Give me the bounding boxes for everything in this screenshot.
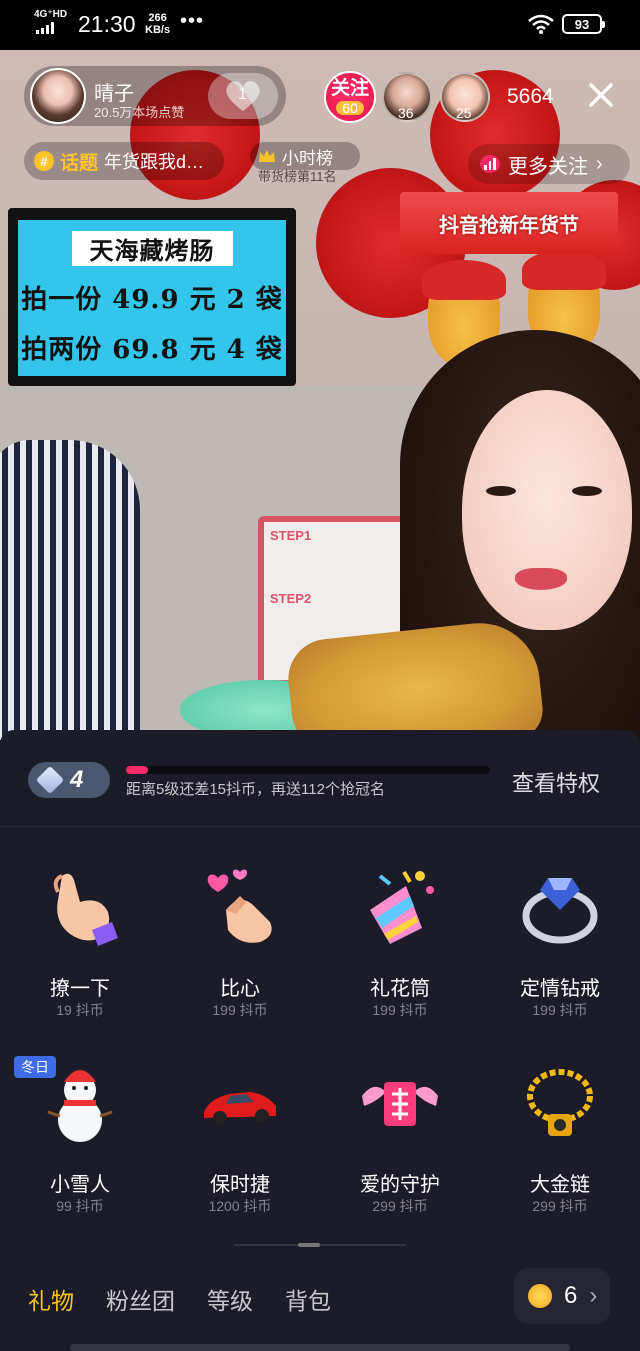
clock: 21:30 [78, 11, 136, 37]
party-popper-icon [370, 870, 434, 944]
gift-item[interactable]: 爱的守护 299 抖币 [330, 1062, 470, 1232]
price-line-2: 拍两份 69.8 元 4 袋 [21, 334, 283, 365]
gift-price: 299 抖币 [532, 1198, 588, 1214]
chart-bars-icon [480, 155, 500, 173]
chevron-right-icon: › [589, 1282, 598, 1309]
host-face [462, 390, 632, 630]
divider [0, 826, 640, 827]
gift-price: 299 抖币 [372, 1198, 428, 1214]
douyin-coin-icon [528, 1284, 552, 1308]
status-bar: 4G⁺HD 21:30 266 KB/s ••• 93 [0, 0, 640, 50]
gift-name: 定情钻戒 [520, 978, 600, 1000]
viewer-count[interactable]: 5664 [507, 85, 554, 109]
page-indicator [234, 1243, 406, 1247]
step1-label: STEP1 [270, 528, 312, 543]
gift-item[interactable]: 比心 199 抖币 [170, 866, 310, 1036]
gift-name: 小雪人 [50, 1174, 110, 1196]
follow-label: 关注 [330, 78, 369, 99]
tab-backpack[interactable]: 背包 [285, 1282, 331, 1316]
gift-price: 199 抖币 [212, 1002, 268, 1018]
host-avatar[interactable] [30, 68, 86, 124]
gift-item[interactable]: 撩一下 19 抖币 [10, 866, 150, 1036]
host-likes: 20.5万本场点赞 [94, 105, 185, 120]
speed-value: 266 [148, 12, 167, 24]
more-follow-label: 更多关注 [508, 155, 588, 178]
gift-name: 保时捷 [210, 1174, 270, 1196]
close-button[interactable] [584, 78, 618, 112]
gift-item[interactable]: 大金链 299 抖币 [490, 1062, 630, 1232]
view-privilege-link[interactable]: 查看特权 [512, 766, 600, 798]
coin-balance[interactable]: 6 › [514, 1268, 610, 1324]
level-progress-fill [126, 766, 148, 774]
gift-name: 撩一下 [50, 978, 110, 1000]
price-tv: 天海藏烤肠 拍一份 49.9 元 2 袋 拍两份 69.8 元 4 袋 [8, 208, 296, 386]
host-lips [515, 568, 567, 590]
close-icon [589, 83, 613, 107]
hand-beckon-icon [53, 873, 118, 946]
speed-unit: KB/s [145, 24, 171, 36]
person-shirt [0, 440, 140, 740]
price-line-1: 拍一份 49.9 元 2 袋 [21, 284, 283, 315]
gift-item[interactable]: 小雪人 99 抖币 [10, 1062, 150, 1232]
snowman-icon [47, 1070, 113, 1142]
like-count: 1 [238, 86, 247, 103]
gift-price: 1200 抖币 [208, 1198, 272, 1214]
level-progress [126, 766, 490, 774]
follow-button[interactable]: 关注 60 [324, 71, 376, 123]
home-indicator[interactable] [70, 1344, 570, 1351]
sports-car-icon [204, 1092, 276, 1125]
diamond-ring-icon [522, 878, 598, 944]
topic-label: 话题 [60, 152, 99, 174]
gift-price: 19 抖币 [56, 1002, 104, 1018]
network-type: 4G⁺HD [34, 9, 68, 20]
gift-name: 礼花筒 [370, 978, 430, 1000]
topic-text: 年货跟我d… [104, 152, 205, 172]
gift-price: 199 抖币 [532, 1002, 588, 1018]
coin-count: 6 [564, 1282, 578, 1309]
hashtag-icon: # [34, 151, 54, 171]
gift-name: 大金链 [530, 1174, 590, 1196]
level-progress-text: 距离5级还差15抖币，再送112个抢冠名 [126, 781, 385, 798]
signal-icon [36, 22, 54, 34]
gift-panel [0, 730, 640, 1351]
chevron-right-icon: › [596, 152, 603, 175]
gift-price: 99 抖币 [56, 1198, 104, 1214]
viewer-rank-number: 25 [456, 105, 472, 121]
gift-item[interactable]: 保时捷 1200 抖币 [170, 1062, 310, 1232]
host-eye [486, 486, 516, 496]
tab-gifts[interactable]: 礼物 [28, 1282, 74, 1316]
gift-name: 爱的守护 [360, 1174, 440, 1196]
gift-item[interactable]: 定情钻戒 199 抖币 [490, 866, 630, 1036]
product-title: 天海藏烤肠 [71, 230, 233, 266]
diamond-icon [35, 765, 65, 795]
host-eye [572, 486, 602, 496]
follow-level: 60 [336, 101, 364, 115]
tab-fan-club[interactable]: 粉丝团 [106, 1282, 175, 1316]
gold-chain-icon [527, 1069, 593, 1136]
gift-name: 比心 [220, 978, 260, 1000]
gift-tabs: 礼物 粉丝团 等级 背包 [28, 1282, 331, 1316]
topic-tag[interactable]: # 话题 年货跟我d… [24, 142, 224, 180]
gift-item[interactable]: 礼花筒 199 抖币 [330, 866, 470, 1036]
network-speed: 266 KB/s [145, 12, 170, 36]
level-number: 4 [70, 766, 84, 793]
tv-screen: 天海藏烤肠 拍一份 49.9 元 2 袋 拍两份 69.8 元 4 袋 [18, 220, 286, 376]
battery-icon: 93 [562, 14, 605, 34]
level-badge[interactable]: 4 [28, 762, 110, 798]
rank-subtitle: 带货榜第11名 [258, 169, 337, 184]
viewer-rank-number: 36 [398, 105, 414, 121]
gift-price: 199 抖币 [372, 1002, 428, 1018]
step2-label: STEP2 [270, 591, 312, 606]
more-notifications-icon: ••• [180, 10, 205, 32]
new-year-festival-banner[interactable]: 抖音抢新年货节 [400, 192, 618, 254]
banner-text: 抖音抢新年货节 [439, 214, 579, 237]
rank-label: 小时榜 [282, 148, 333, 168]
winged-love-icon [362, 1082, 438, 1126]
more-follow-button[interactable]: 更多关注 › [468, 144, 630, 184]
finger-heart-icon [207, 869, 272, 943]
battery-level: 93 [574, 16, 590, 32]
crown-icon [259, 150, 275, 162]
wifi-icon [528, 14, 554, 34]
tab-level[interactable]: 等级 [207, 1282, 253, 1316]
